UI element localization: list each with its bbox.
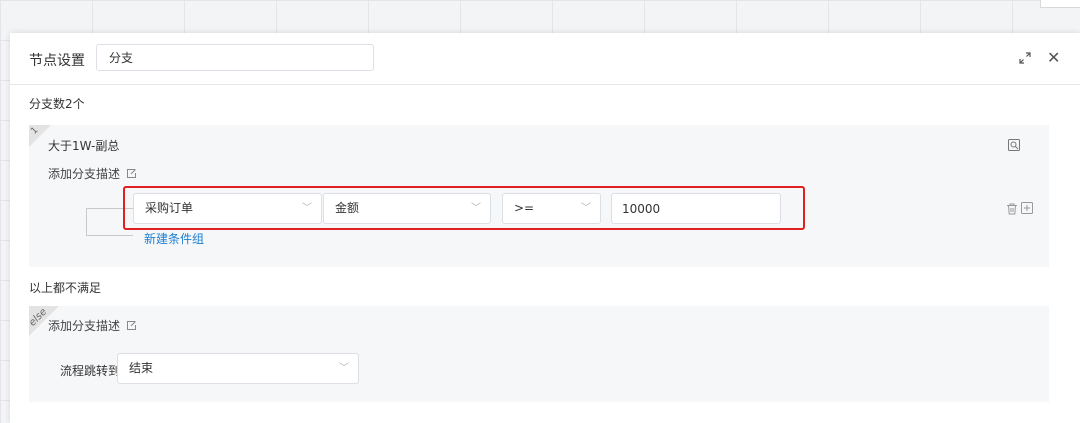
- else-section-label: 以上都不满足: [29, 281, 102, 295]
- node-name-input[interactable]: [96, 44, 374, 71]
- jump-to-label: 流程跳转到: [60, 364, 121, 378]
- condition-source-select[interactable]: 采购订单 ﹀: [133, 193, 322, 224]
- trash-icon[interactable]: [1006, 203, 1018, 215]
- tree-connector: [86, 208, 87, 235]
- node-settings-dialog: 节点设置 ✕ 分支数2个 1 大于1W-副总 添加分支描述 采购订单: [10, 33, 1080, 423]
- add-branch-description-link[interactable]: 添加分支描述: [48, 165, 137, 182]
- jump-target-select[interactable]: 结束 ﹀: [117, 353, 359, 384]
- branch-count: 分支数2个: [29, 97, 85, 111]
- else-add-branch-description-label: 添加分支描述: [48, 319, 121, 333]
- edit-icon: [126, 320, 137, 334]
- jump-target-value: 结束: [129, 361, 154, 375]
- chevron-down-icon: ﹀: [339, 363, 349, 374]
- tree-connector: [86, 208, 133, 209]
- condition-field-select[interactable]: 金额 ﹀: [323, 193, 491, 224]
- dialog-title: 节点设置: [29, 53, 85, 69]
- add-condition-icon[interactable]: [1021, 202, 1033, 214]
- dialog-header: 节点设置 ✕: [10, 33, 1080, 85]
- chevron-down-icon: ﹀: [302, 203, 312, 214]
- tree-connector: [86, 235, 133, 236]
- branch-title: 大于1W-副总: [48, 139, 120, 153]
- else-add-branch-description-link[interactable]: 添加分支描述: [48, 317, 137, 334]
- else-branch-card: else 添加分支描述 流程跳转到 结束 ﹀: [27, 306, 1049, 402]
- chevron-down-icon: ﹀: [581, 203, 591, 214]
- branch-card-1: 1 大于1W-副总 添加分支描述 采购订单 ﹀ 金额 ﹀ >= ﹀ 10000 …: [29, 125, 1049, 267]
- edit-icon: [126, 168, 137, 182]
- new-condition-group-link[interactable]: 新建条件组: [144, 230, 204, 247]
- add-branch-description-label: 添加分支描述: [48, 167, 121, 181]
- condition-source-value: 采购订单: [145, 201, 194, 215]
- close-icon[interactable]: ✕: [1047, 50, 1060, 66]
- condition-operator-select[interactable]: >= ﹀: [502, 193, 601, 224]
- expand-icon[interactable]: [1019, 52, 1031, 64]
- condition-value-input[interactable]: [611, 193, 781, 224]
- background-corner-button: [1040, 0, 1080, 8]
- preview-icon[interactable]: [1007, 138, 1021, 152]
- condition-operator-value: >=: [514, 201, 535, 215]
- condition-field-value: 金额: [335, 201, 360, 215]
- chevron-down-icon: ﹀: [471, 203, 481, 214]
